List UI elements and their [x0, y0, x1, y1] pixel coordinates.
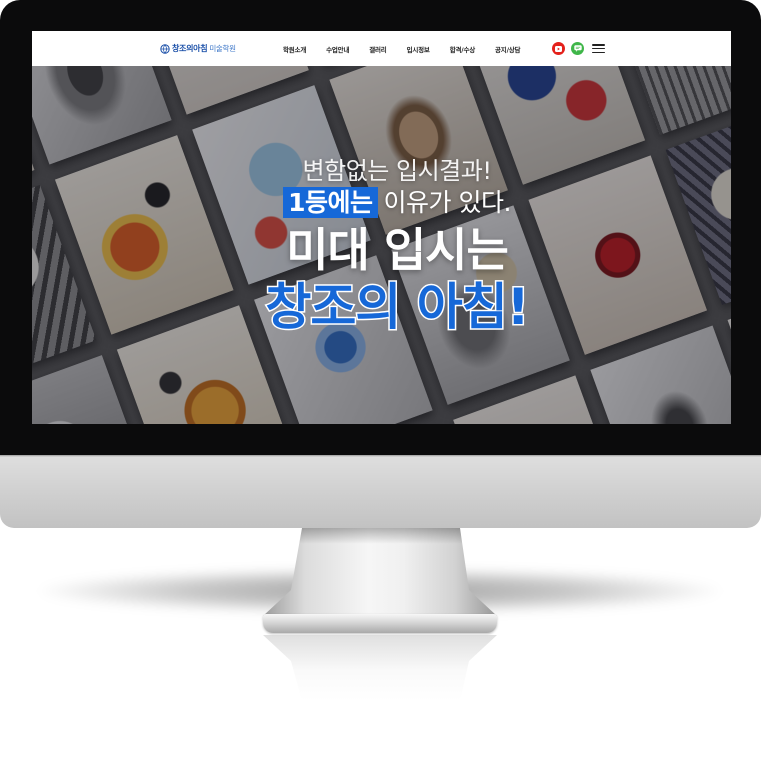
logo-brand-text: 창조의아침 — [172, 44, 208, 53]
youtube-icon — [555, 45, 562, 52]
hamburger-menu-icon — [592, 44, 605, 46]
nav-item-results-awards[interactable]: 합격/수상 — [450, 44, 475, 54]
stand-reflection — [263, 635, 497, 701]
nav-item-gallery[interactable]: 갤러리 — [369, 44, 387, 54]
chat-button[interactable] — [571, 42, 584, 55]
hero-banner: 변함없는 입시결과! 1등에는 이유가 있다. 미대 입시는 창조의 아침! — [32, 66, 731, 424]
hamburger-menu-icon — [592, 47, 605, 50]
nav-item-admissions[interactable]: 입시정보 — [407, 44, 430, 54]
monitor-stand-base — [263, 614, 497, 633]
monitor-screen: 창조의아침 미술학원 학원소개 수업안내 갤러리 입시정보 합격/수상 공지/상… — [32, 31, 731, 424]
main-nav: 학원소개 수업안내 갤러리 입시정보 합격/수상 공지/상담 — [283, 31, 521, 66]
hamburger-menu-button[interactable] — [592, 44, 605, 53]
monitor-chin — [0, 455, 761, 528]
hamburger-menu-icon — [592, 51, 605, 53]
monitor-bezel: 창조의아침 미술학원 학원소개 수업안내 갤러리 입시정보 합격/수상 공지/상… — [0, 0, 761, 455]
hero-highlight-box: 1등에는 — [283, 187, 378, 218]
hero-subheadline-text: 이유가 있다. — [383, 188, 512, 217]
talk-chat-icon — [573, 45, 582, 52]
logo-suffix-text: 미술학원 — [209, 44, 236, 53]
hero-brand-headline: 창조의 아침! — [264, 277, 531, 338]
monitor-stand — [263, 528, 497, 616]
nav-item-notice-consult[interactable]: 공지/상담 — [495, 44, 520, 54]
nav-item-classes[interactable]: 수업안내 — [326, 44, 349, 54]
academy-emblem-icon — [160, 43, 170, 54]
website-header: 창조의아침 미술학원 학원소개 수업안내 갤러리 입시정보 합격/수상 공지/상… — [32, 31, 731, 66]
site-logo[interactable]: 창조의아침 미술학원 — [160, 31, 236, 66]
hero-tagline: 변함없는 입시결과! — [302, 157, 492, 185]
youtube-button[interactable] — [552, 42, 565, 55]
nav-item-academy-intro[interactable]: 학원소개 — [283, 44, 306, 54]
hero-subheadline: 1등에는 이유가 있다. — [97, 187, 697, 218]
hero-headline: 미대 입시는 — [286, 223, 509, 277]
